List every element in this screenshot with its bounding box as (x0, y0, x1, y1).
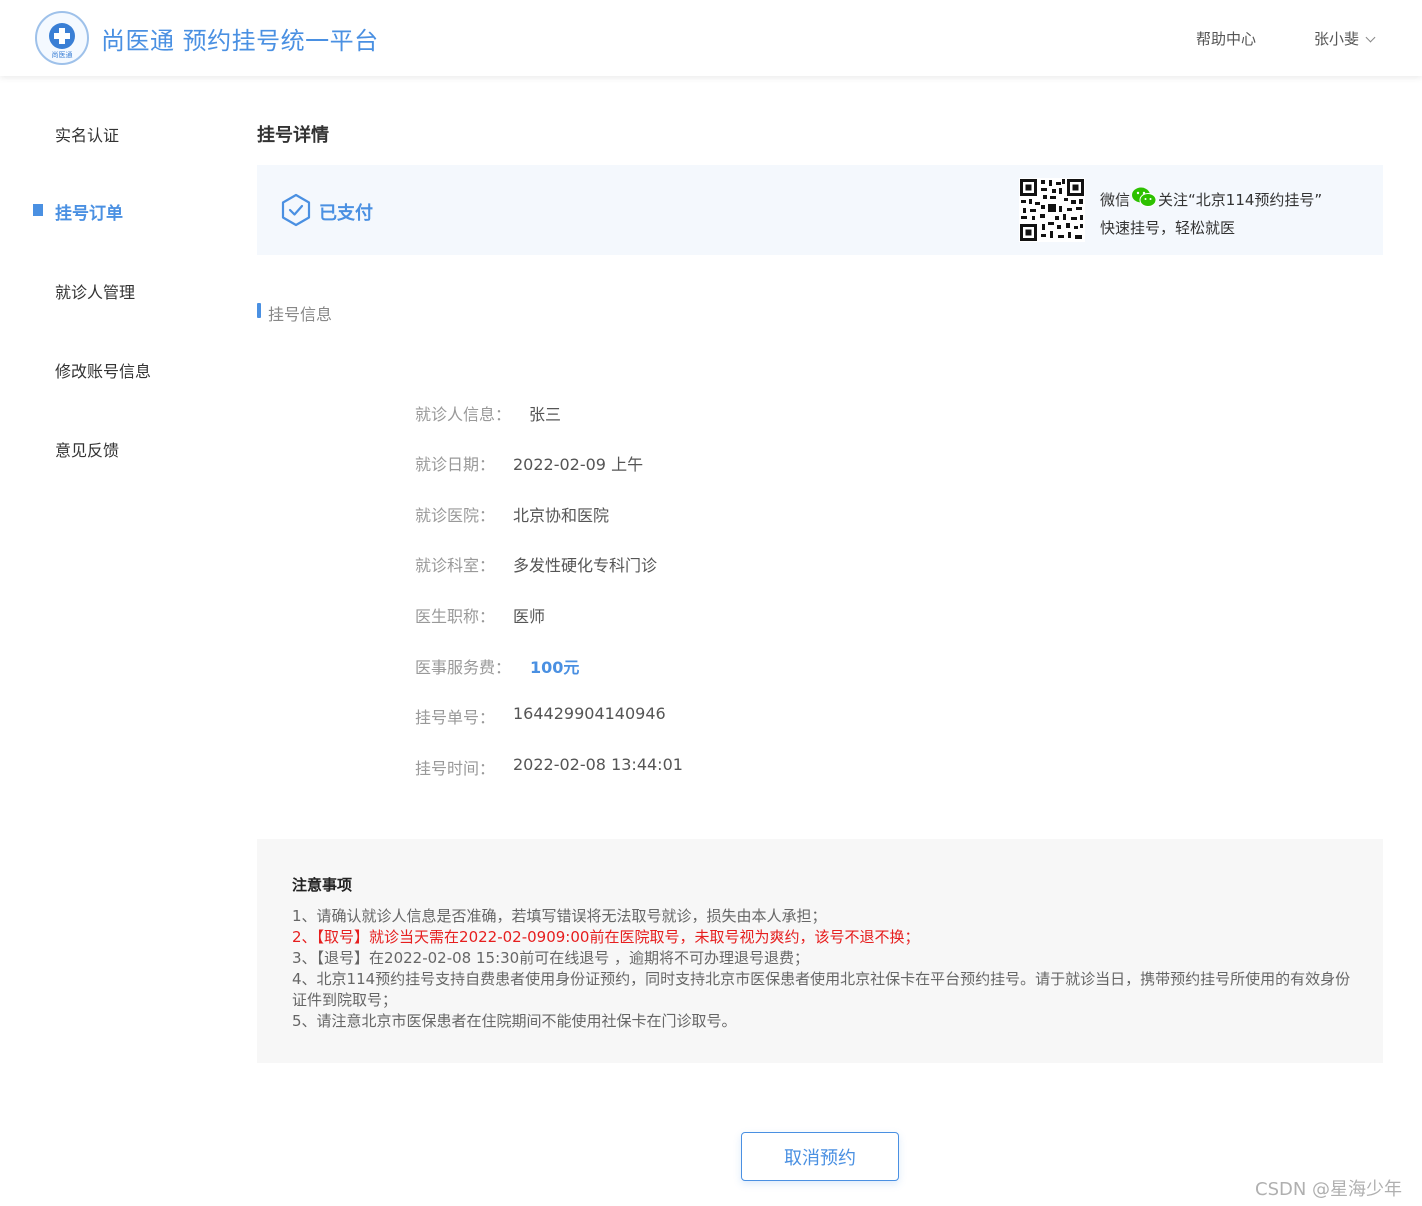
qr-code (1019, 178, 1085, 242)
sidebar-item-feedback[interactable]: 意见反馈 (55, 437, 119, 461)
top-header: 尚医通 尚医通 预约挂号统一平台 帮助中心 张小斐 (0, 0, 1422, 76)
medical-cross-icon (49, 23, 75, 49)
info-label: 挂号单号： (415, 708, 496, 727)
notice-item-warning: 2、【取号】就诊当天需在2022-02-0909:00前在医院取号，未取号视为爽… (292, 928, 920, 946)
notice-list: 1、请确认就诊人信息是否准确，若填写错误将无法取号就诊，损失由本人承担； 2、【… (292, 906, 1352, 1032)
department-name: 多发性硬化专科门诊 (513, 556, 658, 575)
wechat-icon (1132, 187, 1157, 207)
logo-text: 尚医通 (51, 51, 73, 59)
wechat-follow-subtext: 快速挂号，轻松就医 (1100, 219, 1236, 237)
chevron-down-icon (1365, 32, 1376, 43)
info-label: 医事服务费： (415, 658, 512, 677)
active-indicator (33, 204, 43, 216)
sidebar-item-orders[interactable]: 挂号订单 (55, 199, 123, 224)
notice-title: 注意事项 (292, 876, 353, 894)
info-row-fee: 医事服务费： 100元 (415, 654, 1015, 678)
info-row-hospital: 就诊医院： 北京协和医院 (415, 502, 1015, 526)
visit-date: 2022-02-09 上午 (513, 455, 644, 474)
watermark: CSDN @星海少年 (1255, 1179, 1403, 1200)
user-name: 张小斐 (1314, 30, 1360, 48)
sidebar-item-account[interactable]: 修改账号信息 (55, 358, 151, 382)
order-time: 2022-02-08 13:44:01 (513, 755, 683, 774)
info-row-patient: 就诊人信息： 张三 (415, 401, 1015, 425)
section-marker (257, 303, 261, 318)
help-center-link[interactable]: 帮助中心 (1196, 28, 1256, 49)
sidebar-item-patients[interactable]: 就诊人管理 (55, 279, 135, 303)
notice-item: 5、请注意北京市医保患者在住院期间不能使用社保卡在门诊取号。 (292, 1012, 737, 1030)
patient-name: 张三 (529, 405, 562, 424)
info-label: 挂号时间： (415, 759, 496, 778)
page-title: 挂号详情 (257, 125, 329, 146)
info-label: 医生职称： (415, 607, 496, 626)
notice-item: 1、请确认就诊人信息是否准确，若填写错误将无法取号就诊，损失由本人承担； (292, 907, 827, 925)
notice-panel: 注意事项 1、请确认就诊人信息是否准确，若填写错误将无法取号就诊，损失由本人承担… (257, 839, 1383, 1063)
logo[interactable]: 尚医通 (35, 11, 89, 65)
sidebar-item-verification[interactable]: 实名认证 (55, 122, 119, 146)
info-row-order-time: 挂号时间： 2022-02-08 13:44:01 (415, 755, 1015, 779)
order-number: 164429904140946 (513, 704, 666, 723)
notice-item: 4、北京114预约挂号支持自费患者使用身份证预约，同时支持北京市医保患者使用北京… (292, 970, 1351, 1009)
cancel-appointment-button[interactable]: 取消预约 (741, 1132, 899, 1181)
status-paid: 已支付 (319, 203, 373, 224)
info-label: 就诊日期： (415, 455, 496, 474)
info-label: 就诊科室： (415, 556, 496, 575)
user-menu[interactable]: 张小斐 (1314, 28, 1376, 49)
status-panel: 已支付 微信 关注“北京114预约挂号” 快速挂号，轻松就医 (257, 165, 1383, 255)
app-title[interactable]: 尚医通 预约挂号统一平台 (101, 21, 379, 56)
hospital-name: 北京协和医院 (513, 506, 610, 525)
info-row-order-number: 挂号单号： 164429904140946 (415, 704, 1015, 728)
info-label: 就诊人信息： (415, 405, 512, 424)
wechat-follow-text: 微信 关注“北京114预约挂号” (1100, 187, 1322, 212)
section-title: 挂号信息 (268, 305, 333, 324)
doctor-title: 医师 (513, 607, 546, 626)
info-label: 就诊医院： (415, 506, 496, 525)
notice-item: 3、【退号】在2022-02-08 15:30前可在线退号 ，逾期将不可办理退号… (292, 949, 809, 967)
paid-check-icon (281, 193, 311, 227)
info-row-department: 就诊科室： 多发性硬化专科门诊 (415, 552, 1015, 576)
service-fee: 100元 (530, 658, 580, 677)
info-row-date: 就诊日期： 2022-02-09 上午 (415, 451, 1015, 475)
info-row-doctor-title: 医生职称： 医师 (415, 603, 1015, 627)
